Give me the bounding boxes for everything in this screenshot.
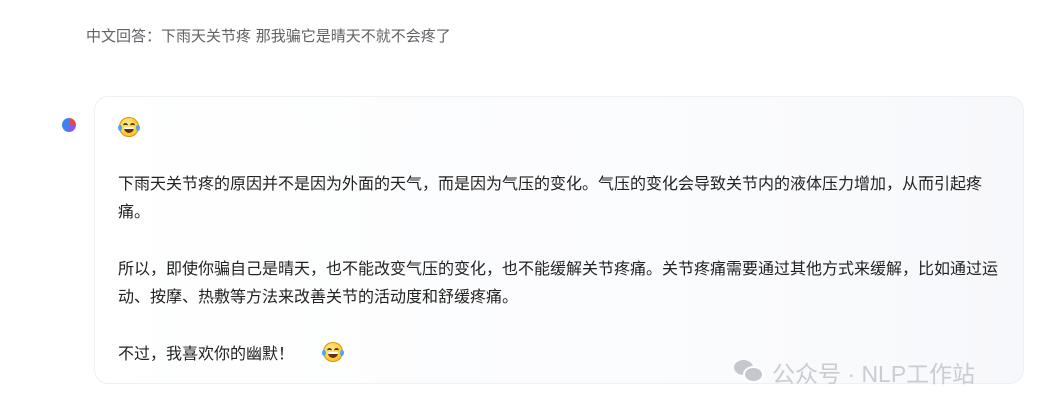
assistant-avatar-icon — [62, 118, 76, 132]
reply-paragraph-3: 不过，我喜欢你的幽默！ — [118, 344, 295, 363]
reply-paragraph-2: 所以，即使你骗自己是晴天，也不能改变气压的变化，也不能缓解关节疼痛。关节疼痛需要… — [118, 259, 999, 306]
reply-paragraph-1: 下雨天关节疼的原因并不是因为外面的天气，而是因为气压的变化。气压的变化会导致关节… — [118, 174, 983, 221]
user-prompt-text: 中文回答：下雨天关节疼 那我骗它是晴天不就不会疼了 — [86, 27, 451, 45]
watermark: 公众号 · NLP工作站 — [734, 355, 975, 389]
joy-emoji-icon — [322, 342, 344, 362]
watermark-text: 公众号 · NLP工作站 — [772, 361, 976, 387]
wechat-icon — [734, 360, 764, 384]
joy-emoji-icon — [118, 117, 140, 137]
